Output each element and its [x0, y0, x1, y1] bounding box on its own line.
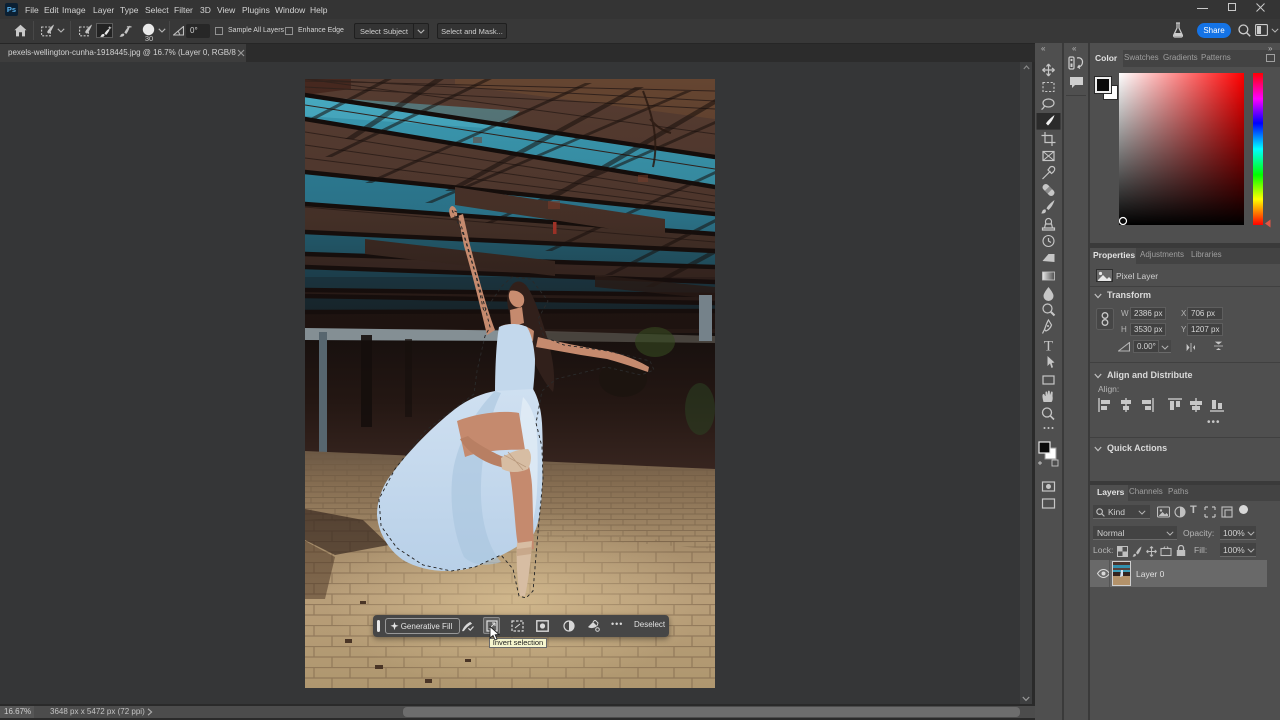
svg-text:T: T [1044, 339, 1053, 355]
